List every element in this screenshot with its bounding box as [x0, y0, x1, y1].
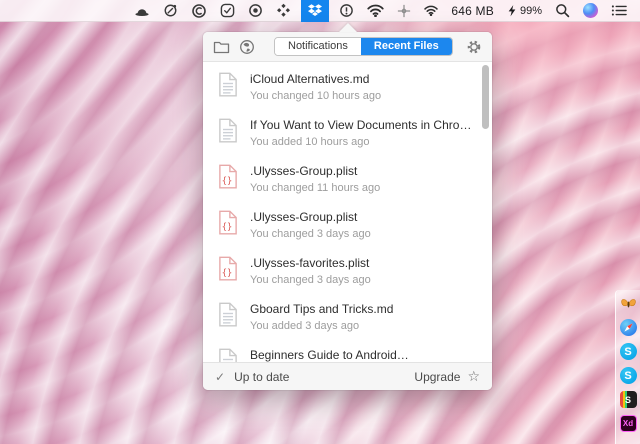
file-meta: You added 3 days ago [250, 320, 393, 332]
panel-arrow [339, 23, 357, 32]
creative-cloud-icon[interactable] [188, 0, 210, 22]
plist-code-icon: {} [218, 256, 238, 281]
safari-icon[interactable] [620, 319, 637, 336]
file-meta: You changed 3 days ago [250, 228, 371, 240]
file-name: iCloud Alternatives.md [250, 72, 381, 86]
battery-percent-text: 99% [520, 5, 542, 17]
text-document-icon [218, 348, 238, 362]
side-dock: S S S Xd [615, 290, 640, 444]
star-icon: ☆ [467, 368, 480, 385]
dropbox-panel: Notifications Recent Files {} iCloud Alt… [203, 32, 492, 390]
bandwidth-readout[interactable]: 646 MB [448, 0, 497, 22]
plist-code-icon: {} [218, 164, 238, 189]
siri-orb [583, 3, 598, 18]
file-row[interactable]: {} Gboard Tips and Tricks.md You added 3… [203, 292, 492, 338]
butterfly-icon[interactable] [620, 295, 637, 312]
file-name: Gboard Tips and Tricks.md [250, 302, 393, 316]
dropbox-menu-icon[interactable] [301, 0, 329, 22]
file-meta: You added 10 hours ago [250, 136, 472, 148]
wifi-small-icon[interactable] [421, 0, 441, 22]
notification-center-icon[interactable] [608, 0, 630, 22]
tab-recent-files[interactable]: Recent Files [361, 38, 452, 55]
globe-icon[interactable] [239, 39, 255, 55]
svg-text:{}: {} [222, 222, 233, 232]
panel-header: Notifications Recent Files [203, 32, 492, 62]
upgrade-label: Upgrade [414, 370, 460, 384]
bowler-hat-icon[interactable] [131, 0, 153, 22]
sync-status-text: Up to date [234, 370, 289, 384]
battery-status[interactable]: 99% [504, 0, 545, 22]
file-name: Beginners Guide to Android… [250, 348, 409, 362]
svg-text:{}: {} [222, 176, 233, 186]
file-row[interactable]: {} iCloud Alternatives.md You changed 10… [203, 62, 492, 108]
file-name: .Ulysses-Group.plist [250, 164, 380, 178]
skype-icon[interactable]: S [620, 343, 637, 360]
file-name: .Ulysses-Group.plist [250, 210, 371, 224]
siri-icon[interactable] [580, 0, 601, 22]
wifi-icon[interactable] [364, 0, 387, 22]
sip-icon[interactable]: S [620, 391, 637, 408]
crosshair-icon[interactable] [394, 0, 414, 22]
bandwidth-text: 646 MB [451, 4, 494, 18]
lightning-bolt-icon [507, 4, 517, 18]
file-row[interactable]: {} Beginners Guide to Android… [203, 338, 492, 362]
setapp-icon[interactable] [273, 0, 294, 22]
target-icon[interactable] [245, 0, 266, 22]
text-document-icon [218, 302, 238, 327]
plist-code-icon: {} [218, 210, 238, 235]
upgrade-button[interactable]: Upgrade ☆ [414, 368, 480, 385]
file-meta: You changed 3 days ago [250, 274, 371, 286]
file-name: .Ulysses-favorites.plist [250, 256, 371, 270]
text-document-icon [218, 118, 238, 143]
folder-icon[interactable] [213, 40, 230, 54]
menu-bar: 646 MB 99% [0, 0, 640, 22]
check-square-icon[interactable] [217, 0, 238, 22]
file-name: If You Want to View Documents in Chrome,… [250, 118, 472, 132]
info-circle-icon[interactable] [336, 0, 357, 22]
edit-circle-icon[interactable] [160, 0, 181, 22]
check-icon: ✓ [215, 370, 225, 384]
skype-icon-2[interactable]: S [620, 367, 637, 384]
file-row[interactable]: {} .Ulysses-favorites.plist You changed … [203, 246, 492, 292]
panel-footer: ✓ Up to date Upgrade ☆ [203, 362, 492, 390]
adobe-xd-icon[interactable]: Xd [620, 415, 637, 432]
text-document-icon [218, 72, 238, 97]
file-list: {} iCloud Alternatives.md You changed 10… [203, 62, 492, 362]
file-row[interactable]: {} .Ulysses-Group.plist You changed 3 da… [203, 200, 492, 246]
spotlight-search-icon[interactable] [552, 0, 573, 22]
svg-text:{}: {} [222, 268, 233, 278]
file-meta: You changed 10 hours ago [250, 90, 381, 102]
tab-switcher: Notifications Recent Files [274, 37, 453, 56]
gear-icon[interactable] [466, 39, 482, 55]
file-meta: You changed 11 hours ago [250, 182, 380, 194]
tab-notifications[interactable]: Notifications [275, 38, 361, 55]
file-row[interactable]: {} .Ulysses-Group.plist You changed 11 h… [203, 154, 492, 200]
file-row[interactable]: {} If You Want to View Documents in Chro… [203, 108, 492, 154]
scrollbar-thumb[interactable] [482, 65, 489, 129]
